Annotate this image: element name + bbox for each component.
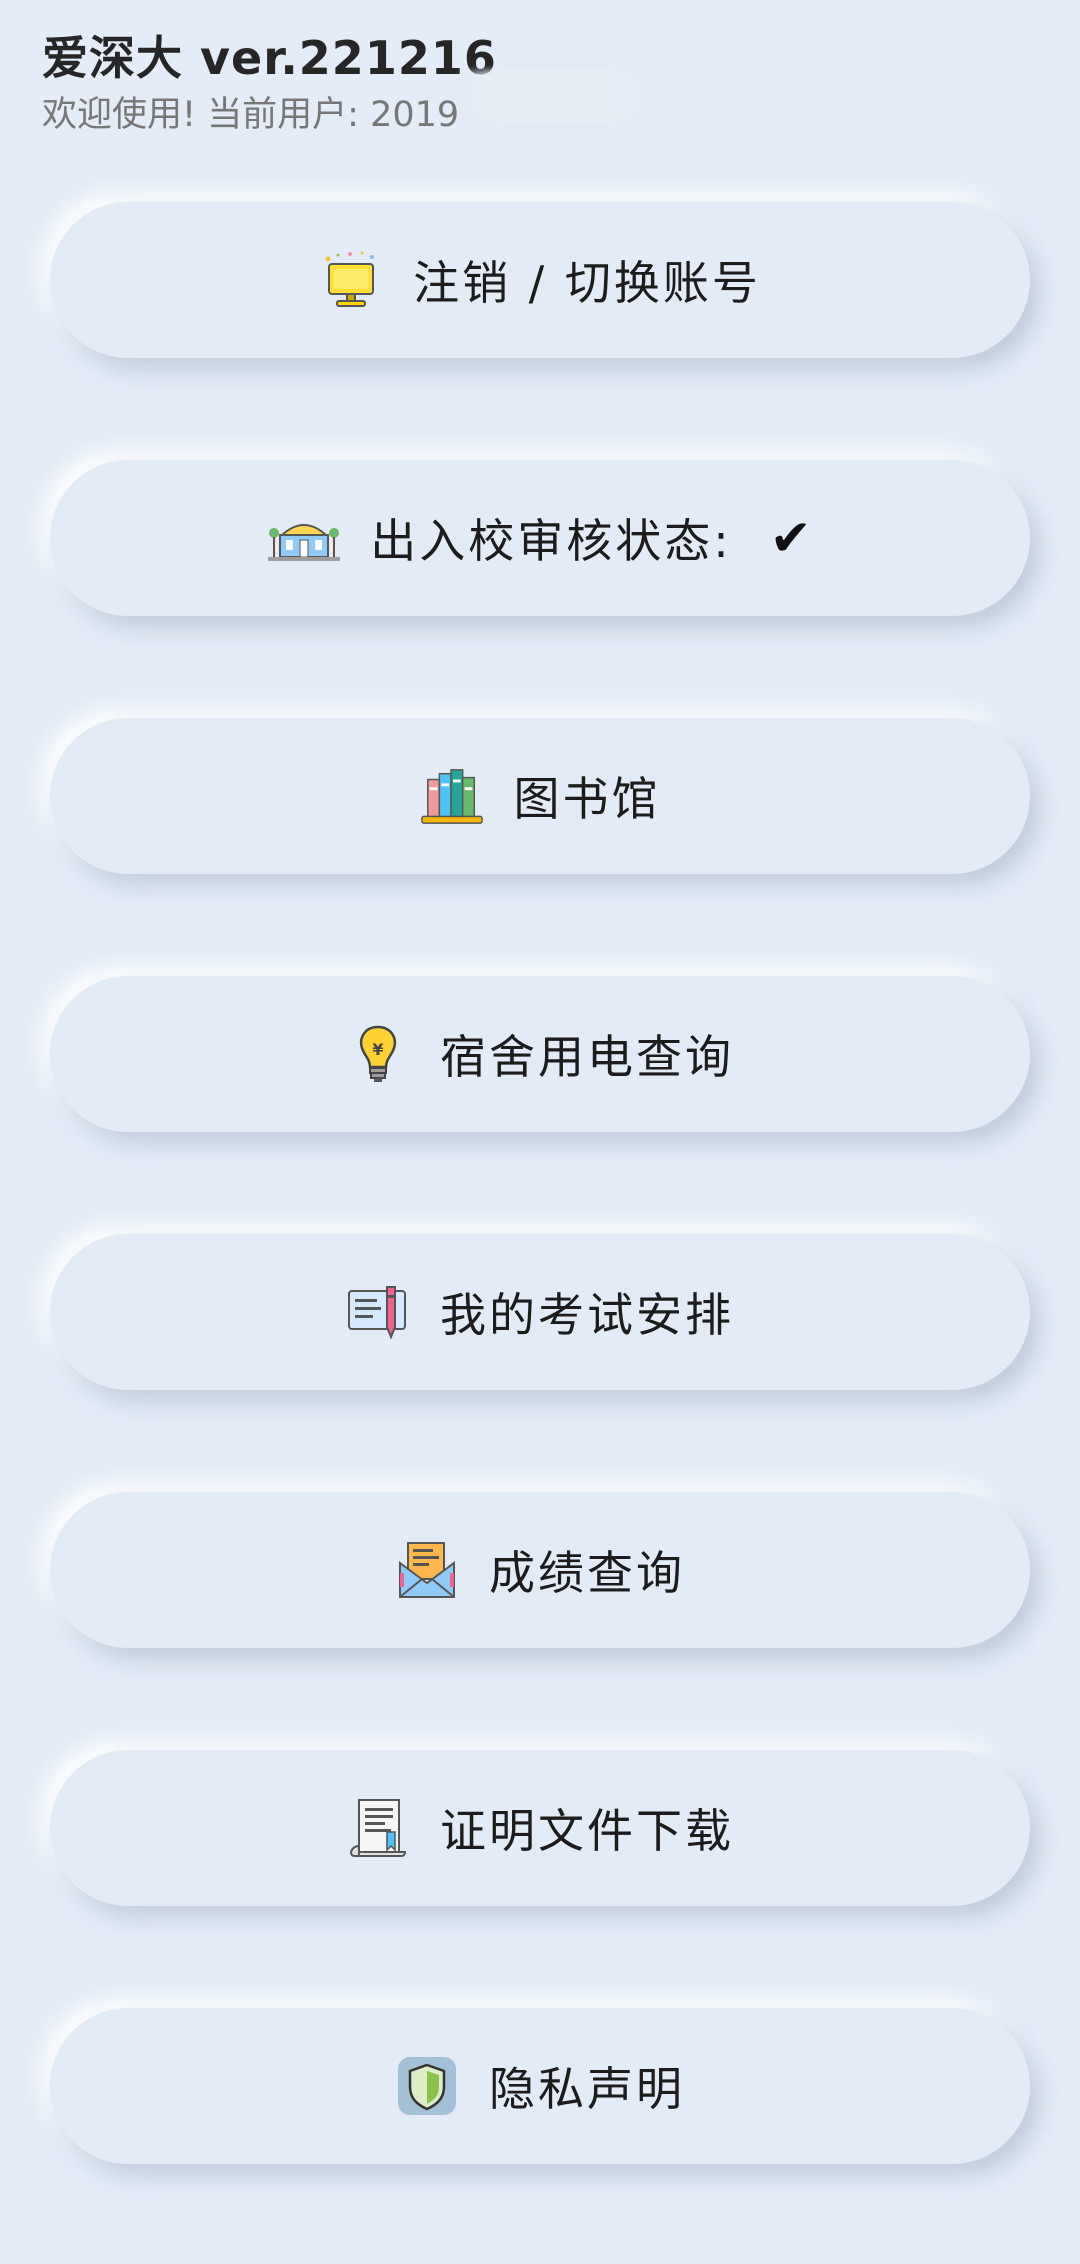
privacy-statement-button[interactable]: 隐私声明 (50, 2008, 1030, 2164)
campus-entry-status-label: 出入校审核状态: (370, 514, 732, 568)
certificate-download-button[interactable]: 证明文件下载 (50, 1750, 1030, 1906)
document-icon (346, 1796, 410, 1860)
shield-icon (395, 2054, 459, 2118)
monitor-icon (319, 248, 383, 312)
approved-check-icon: ✔ (769, 509, 812, 567)
dorm-electricity-button[interactable]: ¥ 宿舍用电查询 (50, 976, 1030, 1132)
exam-schedule-button[interactable]: 我的考试安排 (50, 1234, 1030, 1390)
dorm-electricity-label: 宿舍用电查询 (440, 1030, 734, 1084)
grades-query-button[interactable]: 成绩查询 (50, 1492, 1030, 1648)
library-label: 图书馆 (513, 772, 661, 826)
library-button[interactable]: 图书馆 (50, 718, 1030, 874)
books-icon (420, 764, 484, 828)
campus-gate-icon (268, 506, 341, 570)
campus-entry-status-button[interactable]: 出入校审核状态: ✔ (50, 460, 1030, 616)
svg-text:¥: ¥ (372, 1040, 383, 1059)
privacy-statement-label: 隐私声明 (489, 2062, 685, 2116)
exam-pen-icon (346, 1280, 410, 1344)
lightbulb-icon: ¥ (346, 1022, 410, 1086)
certificate-download-label: 证明文件下载 (440, 1804, 734, 1858)
grades-query-label: 成绩查询 (489, 1546, 685, 1600)
exam-schedule-label: 我的考试安排 (440, 1288, 734, 1342)
envelope-icon (395, 1538, 459, 1602)
redacted-user-id (460, 70, 650, 122)
logout-switch-account-label: 注销 / 切换账号 (413, 256, 761, 310)
logout-switch-account-button[interactable]: 注销 / 切换账号 (50, 202, 1030, 358)
welcome-user-text: 欢迎使用! 当前用户: 2019 (42, 95, 460, 135)
